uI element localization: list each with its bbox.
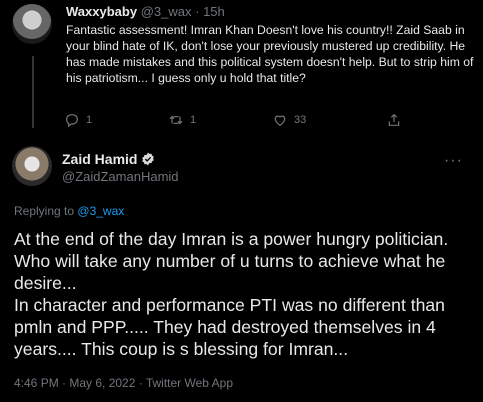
share-icon [388, 113, 400, 126]
reply-author-name[interactable]: Waxxybaby [66, 4, 137, 19]
reply-header: Waxxybaby @3_wax · 15h [66, 4, 474, 20]
reply-action-bar: 1 1 33 [64, 112, 424, 132]
heart-icon [274, 115, 286, 127]
main-author-name-row[interactable]: Zaid Hamid [62, 150, 179, 168]
replying-to: Replying to @3_wax [14, 204, 124, 218]
reply-icon [66, 114, 78, 128]
tweet-timestamp-source[interactable]: 4:46 PM · May 6, 2022 · Twitter Web App [14, 376, 233, 390]
verified-badge-icon [142, 152, 155, 166]
avatar-zaid-hamid[interactable] [12, 146, 52, 186]
main-author-name[interactable]: Zaid Hamid [62, 150, 137, 168]
reply-author-handle[interactable]: @3_wax [141, 4, 192, 19]
share-button[interactable] [386, 112, 402, 128]
replying-label: Replying to [14, 204, 75, 218]
avatar-waxxybaby[interactable] [12, 4, 52, 44]
dot-separator: · [195, 4, 200, 19]
reply-text: Fantastic assessment! Imran Khan Doesn't… [66, 23, 474, 85]
main-tweet-text: At the end of the day Imran is a power h… [14, 229, 449, 359]
more-icon[interactable]: ··· [444, 152, 463, 170]
like-count: 33 [294, 114, 307, 126]
reply-time[interactable]: 15h [203, 4, 225, 19]
main-tweet-header: Zaid Hamid @ZaidZamanHamid [62, 150, 179, 186]
replying-to-handle[interactable]: @3_wax [77, 204, 124, 218]
reply-count: 1 [86, 114, 93, 126]
reply-tweet[interactable]: Waxxybaby @3_wax · 15h Fantastic assessm… [66, 4, 474, 86]
retweet-count: 1 [190, 114, 197, 126]
reply-button[interactable]: 1 [64, 112, 92, 128]
retweet-button[interactable]: 1 [168, 112, 196, 128]
retweet-icon [169, 115, 183, 125]
thread-connector [32, 56, 34, 128]
main-author-handle[interactable]: @ZaidZamanHamid [62, 168, 179, 186]
like-button[interactable]: 33 [272, 112, 306, 128]
